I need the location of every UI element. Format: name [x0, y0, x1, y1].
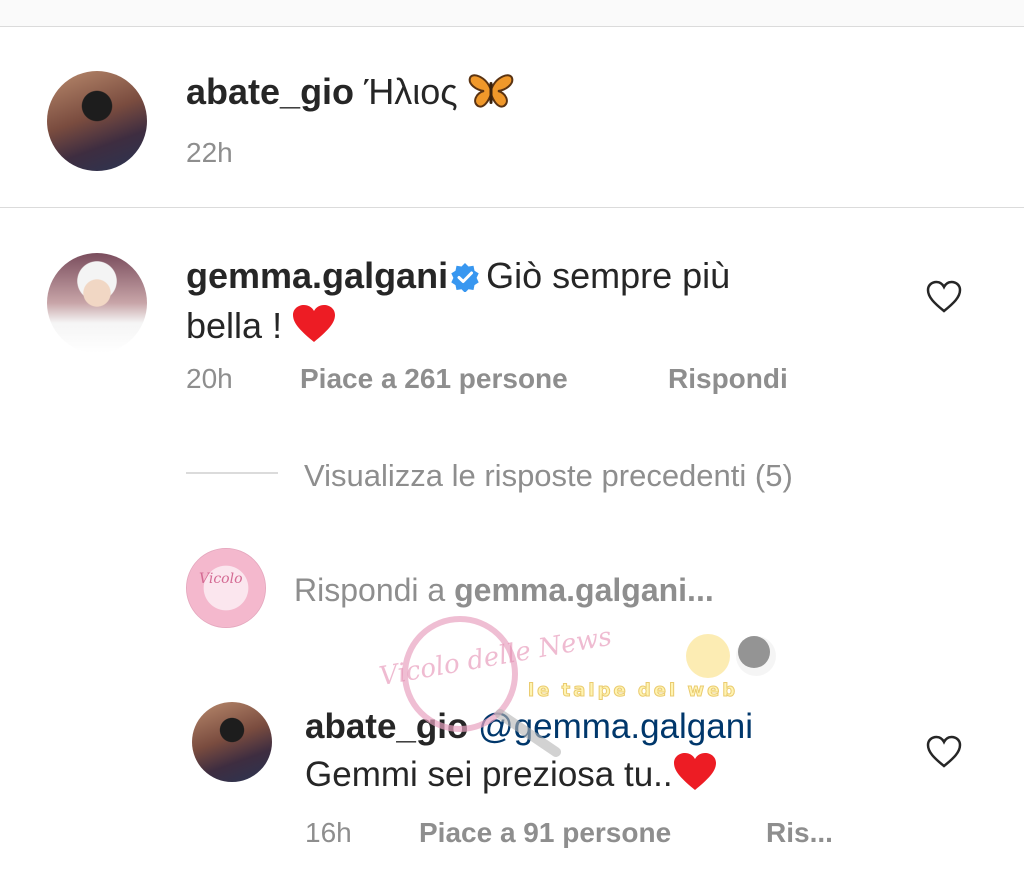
- reply-body: Gemmi sei preziosa tu..: [305, 755, 673, 794]
- reply-input-target: gemma.galgani: [454, 572, 688, 608]
- comment-body-line1: Giò sempre più: [486, 255, 731, 296]
- comment-text: gemma.galgani Giò sempre più bella !: [186, 251, 826, 357]
- red-heart-icon: [292, 304, 336, 357]
- avatar[interactable]: [47, 71, 147, 171]
- comment-reply-button[interactable]: Rispondi: [668, 363, 788, 395]
- reply-text: abate_gio @gemma.galgani Gemmi sei prezi…: [305, 703, 753, 805]
- watermark-tag: le talpe del web: [527, 618, 788, 708]
- reply-username[interactable]: abate_gio: [305, 707, 468, 746]
- caption-username[interactable]: abate_gio: [186, 71, 354, 112]
- heart-outline-icon[interactable]: [926, 735, 962, 769]
- avatar: Vicolo: [186, 548, 266, 628]
- top-bar: [0, 0, 1024, 27]
- verified-badge-icon: [450, 255, 480, 293]
- caption-text: abate_gio Ήλιος: [186, 71, 514, 119]
- reply-input[interactable]: Rispondi a gemma.galgani...: [294, 572, 714, 609]
- reply-likes-label[interactable]: Piace a 91 persone: [419, 817, 671, 848]
- watermark-text-2: le talpe del web: [527, 680, 739, 702]
- caption-time: 22h: [186, 137, 233, 168]
- post-caption: abate_gio Ήλιος 22h: [0, 27, 1024, 208]
- comment-body-line2: bella !: [186, 305, 283, 346]
- comment-username[interactable]: gemma.galgani: [186, 255, 448, 296]
- comment-reply-label[interactable]: Rispondi: [668, 363, 788, 394]
- reply-input-prefix: Rispondi a: [294, 572, 455, 608]
- comment-likes[interactable]: Piace a 261 persone: [300, 363, 568, 395]
- reply-input-suffix: ...: [687, 572, 714, 608]
- avatar[interactable]: [192, 702, 272, 782]
- reply-mention[interactable]: @gemma.galgani: [478, 707, 753, 746]
- caption-body: Ήλιος: [364, 71, 458, 112]
- red-heart-icon: [673, 752, 717, 805]
- reply-time: 16h: [305, 817, 352, 848]
- watermark-text-1: Vicolo delle News: [377, 621, 614, 693]
- reply-likes[interactable]: Piace a 91 persone: [419, 817, 671, 849]
- avatar[interactable]: [47, 253, 147, 353]
- divider: [186, 472, 278, 474]
- reply-reply-button[interactable]: Ris...: [766, 817, 833, 849]
- comment-time: 20h: [186, 363, 233, 394]
- heart-outline-icon[interactable]: [926, 280, 962, 314]
- reply-reply-label[interactable]: Ris...: [766, 817, 833, 848]
- butterfly-icon: [468, 72, 514, 119]
- view-replies-label[interactable]: Visualizza le risposte precedenti (5): [304, 458, 793, 494]
- comment-likes-label[interactable]: Piace a 261 persone: [300, 363, 568, 394]
